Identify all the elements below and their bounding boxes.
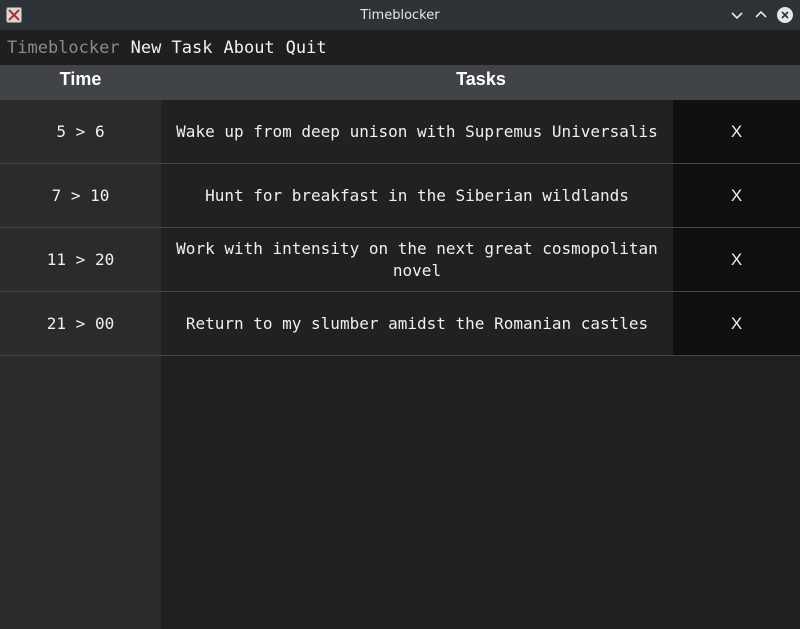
menu-bar: Timeblocker New Task About Quit <box>0 30 800 65</box>
minimize-icon[interactable] <box>728 6 746 24</box>
delete-button[interactable]: X <box>673 164 800 227</box>
window-controls <box>728 6 794 24</box>
header-time: Time <box>59 69 102 89</box>
time-cell: 5 > 6 <box>0 100 161 163</box>
table-row: 11 > 20 Work with intensity on the next … <box>0 228 800 292</box>
close-icon[interactable] <box>776 6 794 24</box>
task-cell: Return to my slumber amidst the Romanian… <box>161 292 673 355</box>
time-cell: 21 > 00 <box>0 292 161 355</box>
table-row: 7 > 10 Hunt for breakfast in the Siberia… <box>0 164 800 228</box>
time-cell: 11 > 20 <box>0 228 161 291</box>
app-window: Timeblocker Timeblocker New Task About Q… <box>0 0 800 629</box>
menu-quit[interactable]: Quit <box>286 38 327 58</box>
task-cell: Hunt for breakfast in the Siberian wildl… <box>161 164 673 227</box>
title-bar: Timeblocker <box>0 0 800 30</box>
window-title: Timeblocker <box>360 7 440 23</box>
table-row: 5 > 6 Wake up from deep unison with Supr… <box>0 100 800 164</box>
menu-new-task[interactable]: New Task <box>131 38 213 58</box>
delete-button[interactable]: X <box>673 292 800 355</box>
table-row: 21 > 00 Return to my slumber amidst the … <box>0 292 800 356</box>
app-x-icon <box>6 7 22 23</box>
header-tasks: Tasks <box>456 69 506 89</box>
task-cell: Work with intensity on the next great co… <box>161 228 673 291</box>
maximize-icon[interactable] <box>752 6 770 24</box>
task-list: 5 > 6 Wake up from deep unison with Supr… <box>0 100 800 356</box>
time-cell: 7 > 10 <box>0 164 161 227</box>
delete-button[interactable]: X <box>673 228 800 291</box>
task-cell: Wake up from deep unison with Supremus U… <box>161 100 673 163</box>
menu-brand: Timeblocker <box>7 37 120 58</box>
delete-button[interactable]: X <box>673 100 800 163</box>
table-header: Time Tasks <box>0 65 800 100</box>
menu-about[interactable]: About <box>223 38 274 58</box>
